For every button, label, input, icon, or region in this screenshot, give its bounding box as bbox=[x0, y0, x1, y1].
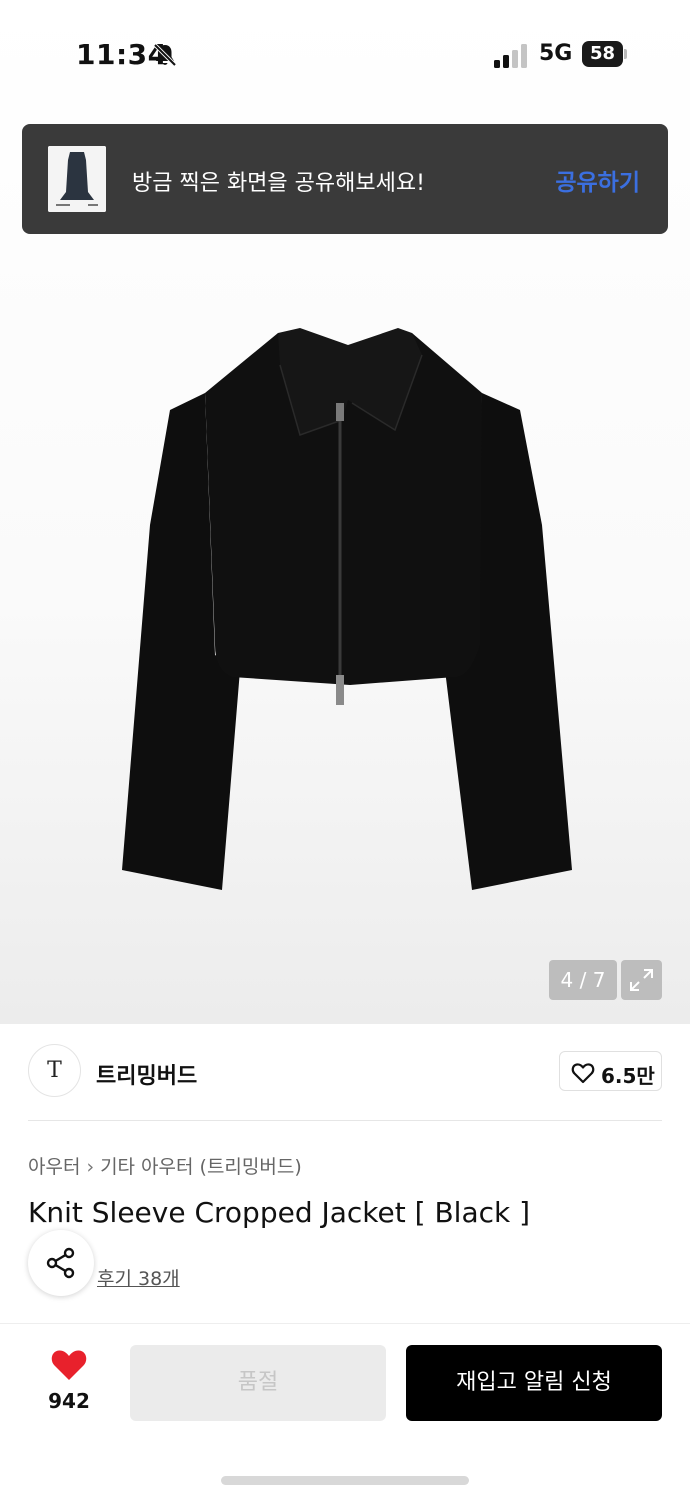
soldout-button: 품절 bbox=[130, 1345, 386, 1421]
product-photo bbox=[122, 328, 572, 890]
share-icon bbox=[46, 1247, 75, 1279]
heart-outline-icon bbox=[571, 1063, 595, 1084]
bell-slash-icon bbox=[153, 43, 177, 67]
product-title: Knit Sleeve Cropped Jacket [ Black ] bbox=[28, 1196, 531, 1229]
screenshot-thumbnail[interactable] bbox=[48, 146, 106, 212]
brand-name[interactable]: 트리밍버드 bbox=[96, 1058, 197, 1090]
breadcrumb: 아우터 › 기타 아우터 (트리밍버드) bbox=[28, 1152, 302, 1179]
breadcrumb-subcategory[interactable]: 기타 아우터 (트리밍버드) bbox=[100, 1152, 302, 1179]
expand-icon[interactable] bbox=[621, 960, 662, 1000]
wish-count: 942 bbox=[48, 1389, 90, 1413]
divider bbox=[28, 1120, 662, 1121]
heart-filled-icon[interactable] bbox=[50, 1348, 88, 1382]
share-button[interactable]: 공유하기 bbox=[555, 163, 640, 197]
home-indicator[interactable] bbox=[221, 1476, 469, 1485]
network-type: 5G bbox=[539, 41, 573, 66]
chevron-right-icon: › bbox=[86, 1156, 95, 1178]
image-counter: 4 / 7 bbox=[549, 960, 617, 1000]
share-banner-text: 방금 찍은 화면을 공유해보세요! bbox=[132, 171, 425, 196]
reviews-link[interactable]: 후기 38개 bbox=[97, 1264, 180, 1291]
share-icon-button[interactable] bbox=[28, 1230, 94, 1296]
status-bar: 11:34 5G 58 bbox=[0, 0, 690, 110]
share-screenshot-banner: 방금 찍은 화면을 공유해보세요! 공유하기 bbox=[22, 124, 668, 234]
product-image-gallery[interactable]: 11:34 5G 58 방금 찍은 화면을 공유해보세요! 공유하기 4 / 7 bbox=[0, 0, 690, 1024]
battery-icon: 58 bbox=[582, 41, 628, 67]
restock-alert-button[interactable]: 재입고 알림 신청 bbox=[406, 1345, 662, 1421]
battery-level: 58 bbox=[589, 43, 616, 64]
brand-logo[interactable]: T bbox=[28, 1044, 81, 1097]
breadcrumb-category[interactable]: 아우터 bbox=[28, 1152, 80, 1179]
brand-like-count: 6.5만 bbox=[601, 1064, 655, 1088]
brand-like-button[interactable]: 6.5만 bbox=[559, 1051, 662, 1091]
signal-icon bbox=[494, 44, 527, 68]
